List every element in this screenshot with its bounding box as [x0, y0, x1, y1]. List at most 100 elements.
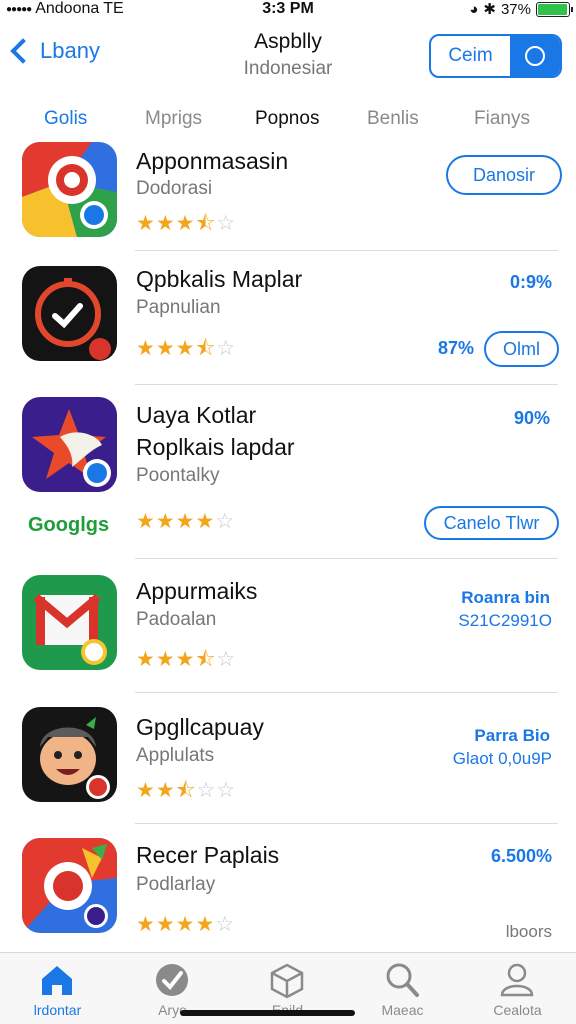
app-name[interactable]: Recer Paplais: [136, 842, 279, 869]
app-name[interactable]: Appurmaiks: [136, 578, 257, 605]
star-icon: ★: [175, 510, 196, 533]
row-divider: [135, 692, 558, 693]
row-divider: [135, 558, 558, 559]
stopwatch-app-icon[interactable]: [22, 266, 117, 361]
developer-label: Googlgs: [28, 514, 110, 536]
star-icon: ⯪: [175, 779, 197, 802]
open-button[interactable]: Olml: [484, 331, 559, 367]
tabbar-label: Maeac: [381, 1002, 424, 1018]
rating-stars: ★★★⯪☆: [136, 334, 236, 369]
search-icon: [386, 963, 419, 997]
star-icon: ★: [155, 212, 176, 235]
star-app-icon[interactable]: [22, 397, 117, 492]
star-icon: ★: [136, 510, 156, 533]
person-icon: [500, 963, 534, 997]
battery-fill: [538, 3, 567, 15]
photos-app-icon[interactable]: [22, 838, 117, 933]
app-subtitle: Podlarlay: [136, 874, 216, 895]
get-button[interactable]: Danosir: [446, 155, 562, 195]
star-icon: ★: [175, 648, 196, 671]
app-subtitle: Papnulian: [136, 297, 221, 318]
app-subtitle: Poontalky: [136, 465, 220, 486]
segment-circle-icon[interactable]: [510, 36, 560, 76]
tab-mprigs[interactable]: Mprigs: [145, 108, 202, 130]
rating-stars: ★★★⯪☆: [136, 209, 236, 244]
star-icon: ☆: [216, 337, 237, 360]
mail-app-icon[interactable]: [22, 575, 117, 670]
footer-text: lboors: [505, 922, 552, 941]
app-subtitle: Dodorasi: [136, 178, 213, 199]
price-label: Parra Bio: [474, 726, 550, 745]
box-icon: [270, 963, 304, 999]
app-subtitle: Padoalan: [136, 609, 217, 630]
star-icon: ☆: [196, 779, 217, 802]
rating-stars: ★★★★☆: [136, 912, 235, 937]
home-indicator: [180, 1010, 355, 1016]
star-icon: ★: [136, 779, 156, 802]
star-icon: ★: [136, 337, 156, 360]
star-icon: ☆: [216, 648, 237, 671]
tab-fianys[interactable]: Fianys: [474, 108, 530, 130]
app-percent: 90%: [513, 408, 550, 428]
check-badge-icon: [156, 964, 188, 996]
star-icon: ★: [175, 913, 196, 936]
star-icon: ★: [175, 212, 196, 235]
status-bar: ●●●●● Andoona TE 3:3 PM ◕ ✱ 37%: [0, 0, 576, 20]
star-icon: ⯪: [195, 337, 217, 360]
location-icon: ◕: [469, 0, 479, 18]
tabbar-label: lrdontar: [33, 1002, 82, 1018]
star-icon: ☆: [215, 913, 236, 936]
tab-golis[interactable]: Golis: [44, 108, 87, 130]
star-icon: ★: [136, 212, 156, 235]
tab-benlis[interactable]: Benlis: [367, 108, 419, 130]
app-name[interactable]: Uaya Kotlar: [136, 402, 256, 429]
price-label: Roanra bin: [461, 588, 550, 607]
price-value: S21C2991O: [458, 611, 552, 630]
star-icon: ★: [155, 510, 176, 533]
star-icon: ★: [136, 648, 156, 671]
app-percent: 6.500%: [490, 846, 552, 866]
row-divider: [135, 250, 558, 251]
app-name[interactable]: Gpgllcapuay: [136, 714, 264, 741]
tabbar-label: Cealota: [493, 1002, 542, 1018]
character-app-icon[interactable]: [22, 707, 117, 802]
star-icon: ★: [155, 913, 176, 936]
tabbar-item-profile[interactable]: Cealota: [460, 953, 575, 1024]
star-icon: ★: [136, 913, 156, 936]
bluetooth-icon: ✱: [483, 1, 496, 18]
star-icon: ★: [175, 337, 196, 360]
star-icon: ☆: [216, 212, 237, 235]
star-icon: ★: [155, 779, 176, 802]
star-icon: ★: [195, 510, 216, 533]
star-icon: ★: [155, 337, 176, 360]
app-subtitle: Applulats: [136, 745, 215, 766]
rating-stars: ★★★★☆: [136, 509, 235, 534]
app-name-line2: Roplkais lapdar: [136, 434, 295, 460]
price-value: Glaot 0,0u9P: [452, 749, 552, 768]
tabbar-item-search[interactable]: Maeac: [345, 953, 460, 1024]
status-right: ◕ ✱ 37%: [469, 0, 573, 18]
app-name[interactable]: Qpbkalis Maplar: [136, 266, 302, 293]
star-icon: ☆: [216, 779, 237, 802]
app-name[interactable]: Apponmasasin: [136, 148, 288, 175]
star-icon: ⯪: [195, 648, 217, 671]
house-icon: [42, 966, 72, 995]
app-percent-secondary: 87%: [437, 338, 474, 358]
row-divider: [135, 384, 558, 385]
star-icon: ☆: [215, 510, 236, 533]
star-icon: ★: [195, 913, 216, 936]
star-icon: ⯪: [195, 212, 217, 235]
tabbar-item-home[interactable]: lrdontar: [0, 953, 115, 1024]
chrome-style-app-icon[interactable]: [22, 142, 117, 237]
segment-label[interactable]: Ceim: [431, 36, 510, 76]
navigation-bar: Lbany Aspblly Indonesiar Ceim: [0, 22, 576, 92]
rating-stars: ★★⯪☆☆: [136, 776, 236, 811]
battery-icon: [536, 1, 573, 17]
rating-stars: ★★★⯪☆: [136, 645, 236, 680]
tab-popnos[interactable]: Popnos: [255, 108, 319, 130]
segmented-control[interactable]: Ceim: [429, 34, 562, 78]
star-icon: ★: [155, 648, 176, 671]
row-divider: [135, 823, 558, 824]
app-percent: 0:9%: [509, 272, 552, 292]
cancel-button[interactable]: Canelo Tlwr: [424, 506, 559, 540]
